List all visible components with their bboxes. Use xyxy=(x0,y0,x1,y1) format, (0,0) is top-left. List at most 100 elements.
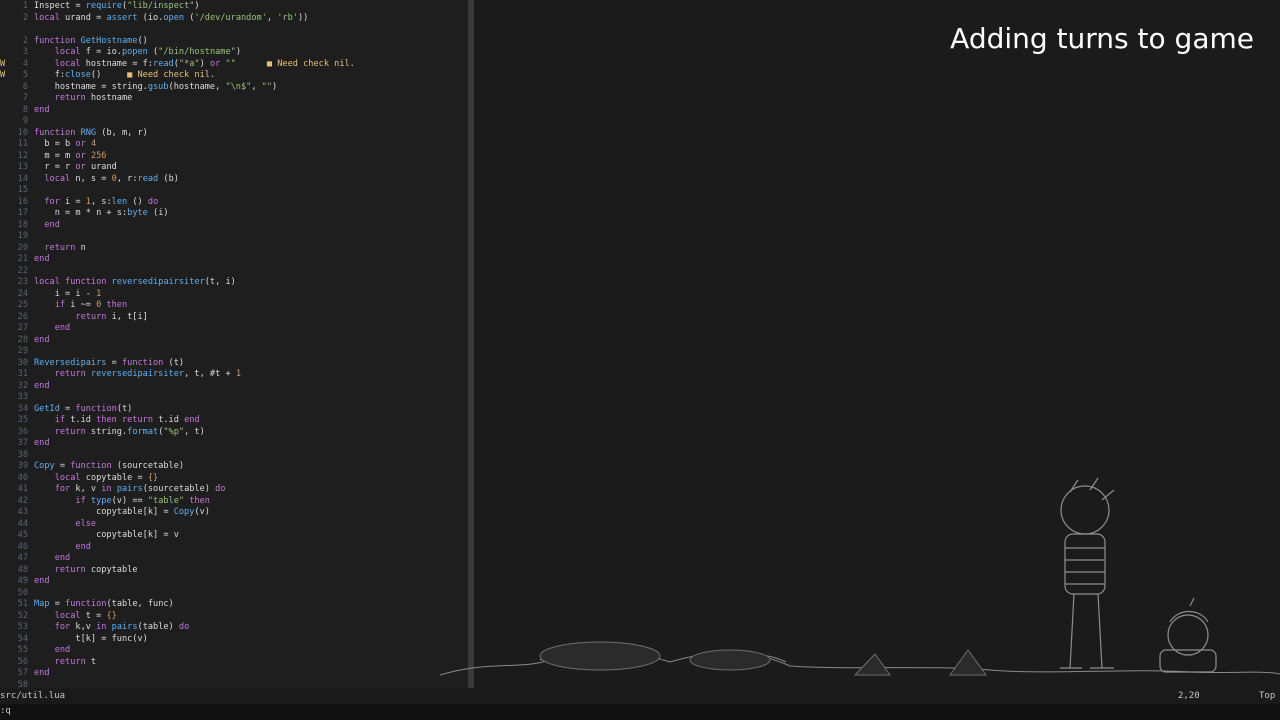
line-number: 41 xyxy=(17,484,28,494)
code-line[interactable]: 29 xyxy=(0,346,470,358)
code-line[interactable]: 39 Copy = function (sourcetable) xyxy=(0,461,470,473)
line-number: 53 xyxy=(17,622,28,632)
code-line[interactable]: 10 function RNG (b, m, r) xyxy=(0,128,470,140)
code-line[interactable]: 30 Reversedipairs = function (t) xyxy=(0,358,470,370)
line-number: 38 xyxy=(17,449,28,460)
code-line[interactable]: 2 local urand = assert (io.open ('/dev/ur… xyxy=(0,13,470,25)
line-number: 21 xyxy=(17,254,28,264)
code-line[interactable]: 15 xyxy=(0,185,470,197)
code-token: = xyxy=(106,357,122,368)
code-line[interactable]: 28 end xyxy=(0,335,470,347)
code-token: then xyxy=(106,300,128,310)
code-line[interactable]: 43 copytable[k] = Copy(v) xyxy=(0,507,470,519)
code-token: ■ Need check nil. xyxy=(235,58,355,69)
code-line[interactable]: 14 local n, s = 0, r:read (b) xyxy=(0,174,470,186)
line-number: 45 xyxy=(17,530,28,540)
code-line[interactable]: 32 end xyxy=(0,381,470,393)
code-line[interactable]: 55 end xyxy=(0,645,470,657)
code-line[interactable]: 1 Inspect = require("lib/inspect") xyxy=(0,1,470,13)
code-line[interactable]: 27 end xyxy=(0,323,470,335)
code-line[interactable]: 24 i = i - 1 xyxy=(0,289,470,301)
code-text: t[k] = func(v) xyxy=(34,634,147,646)
line-number: 50 xyxy=(17,587,28,598)
code-line[interactable]: 21 end xyxy=(0,254,470,266)
cartoon-figure-sitting xyxy=(1159,597,1217,673)
code-line[interactable]: 22 xyxy=(0,266,470,278)
code-line[interactable]: 51 Map = function(table, func) xyxy=(0,599,470,611)
code-line[interactable]: 44 else xyxy=(0,519,470,531)
code-line[interactable]: W5 f:close() ■ Need check nil. xyxy=(0,70,470,82)
code-token: for xyxy=(34,622,76,632)
code-line[interactable]: 52 local t = {} xyxy=(0,611,470,623)
code-line[interactable]: 17 n = m * n + s:byte (i) xyxy=(0,208,470,220)
code-line[interactable]: 45 copytable[k] = v xyxy=(0,530,470,542)
code-line[interactable]: 40 local copytable = {} xyxy=(0,473,470,485)
video-title: Adding turns to game xyxy=(950,22,1254,55)
code-line[interactable]: 19 xyxy=(0,231,470,243)
line-number: 49 xyxy=(17,576,28,586)
code-line[interactable]: 9 xyxy=(0,116,470,128)
code-line[interactable]: 12 m = m or 256 xyxy=(0,151,470,163)
code-text: Copy = function (sourcetable) xyxy=(34,461,184,473)
code-line[interactable]: 50 xyxy=(0,588,470,600)
code-line[interactable]: 13 r = r or urand xyxy=(0,162,470,174)
code-token: len xyxy=(111,196,128,207)
code-line[interactable]: 26 return i, t[i] xyxy=(0,312,470,324)
code-token: f: xyxy=(34,70,66,80)
code-token: function xyxy=(65,599,107,609)
code-token: GetHostname xyxy=(80,35,138,46)
code-token: type xyxy=(90,495,112,506)
code-token: "" xyxy=(261,81,273,92)
code-line[interactable]: 54 t[k] = func(v) xyxy=(0,634,470,646)
code-line[interactable]: 2 function GetHostname() xyxy=(0,36,470,48)
line-number: 17 xyxy=(17,208,28,218)
code-line[interactable]: 6 hostname = string.gsub(hostname, "\n$"… xyxy=(0,82,470,94)
code-line[interactable]: 37 end xyxy=(0,438,470,450)
code-token: (t, i) xyxy=(204,277,236,287)
code-token: end xyxy=(34,219,60,230)
code-line[interactable]: 56 return t xyxy=(0,657,470,669)
code-line[interactable]: 7 return hostname xyxy=(0,93,470,105)
code-line[interactable]: 11 b = b or 4 xyxy=(0,139,470,151)
code-line[interactable]: 8 end xyxy=(0,105,470,117)
code-line[interactable]: 48 return copytable xyxy=(0,565,470,577)
code-line[interactable]: 58 xyxy=(0,680,470,689)
code-token: , xyxy=(266,12,278,23)
line-number: 37 xyxy=(17,438,28,448)
code-token: (io. xyxy=(137,12,164,23)
line-number: 15 xyxy=(17,185,28,195)
code-line[interactable]: 41 for k, v in pairs(sourcetable) do xyxy=(0,484,470,496)
code-line[interactable]: 35 if t.id then return t.id end xyxy=(0,415,470,427)
code-line[interactable]: 57 end xyxy=(0,668,470,680)
code-line[interactable]: 47 end xyxy=(0,553,470,565)
code-token: end xyxy=(34,334,50,345)
code-line[interactable]: 31 return reversedipairsiter, t, #t + 1 xyxy=(0,369,470,381)
code-line[interactable]: 23 local function reversedipairsiter(t, i… xyxy=(0,277,470,289)
code-text: local copytable = {} xyxy=(34,473,159,485)
code-line[interactable]: 36 return string.format("%p", t) xyxy=(0,427,470,439)
code-editor-pane[interactable]: 1 Inspect = require("lib/inspect") 2 local … xyxy=(0,0,470,688)
code-line[interactable]: 42 if type(v) == "table" then xyxy=(0,496,470,508)
code-line[interactable]: 53 for k,v in pairs(table) do xyxy=(0,622,470,634)
code-line[interactable]: 3 local f = io.popen ("/bin/hostname") xyxy=(0,47,470,59)
code-line[interactable]: W4 local hostname = f:read("*a") or "" ■… xyxy=(0,59,470,71)
code-line[interactable]: 25 if i ~= 0 then xyxy=(0,300,470,312)
command-line[interactable]: :q xyxy=(0,704,1280,720)
code-token: hostname = f: xyxy=(85,58,154,69)
code-line[interactable] xyxy=(0,24,470,36)
code-line[interactable]: 18 end xyxy=(0,220,470,232)
code-token: in xyxy=(96,622,112,632)
code-line[interactable]: 34 GetId = function(t) xyxy=(0,404,470,416)
code-token: else xyxy=(34,518,97,529)
code-token: end xyxy=(34,438,50,448)
status-cursor-position: 2,20 xyxy=(1178,691,1200,701)
code-line[interactable]: 49 end xyxy=(0,576,470,588)
line-number: 39 xyxy=(17,461,28,471)
code-line[interactable]: 20 return n xyxy=(0,243,470,255)
code-token: reversedipairsiter xyxy=(90,369,185,379)
code-line[interactable]: 38 xyxy=(0,450,470,462)
line-number: 2 xyxy=(22,35,28,46)
code-line[interactable]: 16 for i = 1, s:len () do xyxy=(0,197,470,209)
code-line[interactable]: 33 xyxy=(0,392,470,404)
code-line[interactable]: 46 end xyxy=(0,542,470,554)
